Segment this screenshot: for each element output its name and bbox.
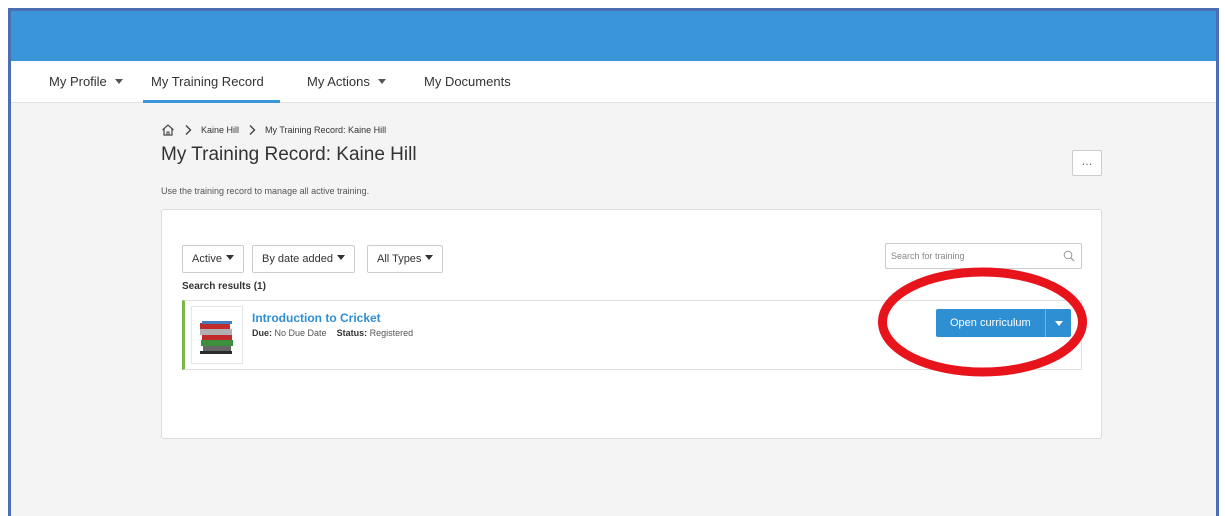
primary-nav: My Profile My Training Record My Actions… <box>11 61 1216 103</box>
status-filter-label: Active <box>192 253 222 265</box>
type-filter-dropdown[interactable]: All Types <box>367 245 444 273</box>
due-value: No Due Date <box>274 328 327 338</box>
status-value: Registered <box>369 328 414 338</box>
nav-my-documents[interactable]: My Documents <box>424 61 511 103</box>
open-curriculum-menu-toggle[interactable] <box>1044 309 1071 337</box>
course-meta: Due: No Due Date Status: Registered <box>252 328 413 338</box>
chevron-down-icon <box>377 79 386 85</box>
caret-down-icon <box>425 254 434 260</box>
search-icon[interactable] <box>1063 250 1075 262</box>
chevron-right-icon <box>249 125 256 135</box>
status-label: Status: <box>336 328 368 338</box>
breadcrumb-item-user[interactable]: Kaine Hill <box>201 125 239 135</box>
status-filter-dropdown[interactable]: Active <box>182 245 244 273</box>
sort-filter-label: By date added <box>262 253 333 265</box>
main-content: Kaine Hill My Training Record: Kaine Hil… <box>11 104 1216 516</box>
nav-my-actions[interactable]: My Actions <box>307 61 386 103</box>
nav-my-profile[interactable]: My Profile <box>49 61 123 103</box>
nav-my-documents-label: My Documents <box>424 74 511 89</box>
search-input[interactable] <box>886 244 1056 268</box>
due-label: Due: <box>252 328 272 338</box>
chevron-down-icon <box>114 79 123 85</box>
top-header-bar <box>11 11 1216 61</box>
course-title-link[interactable]: Introduction to Cricket <box>252 311 381 325</box>
breadcrumb-item-current: My Training Record: Kaine Hill <box>265 125 387 135</box>
open-curriculum-split-button: Open curriculum <box>936 309 1071 337</box>
home-icon[interactable] <box>161 123 175 137</box>
chevron-right-icon <box>185 125 192 135</box>
search-results-count: Search results (1) <box>182 281 266 292</box>
books-icon <box>200 321 233 354</box>
nav-my-training-record[interactable]: My Training Record <box>143 61 280 103</box>
training-card: Active By date added All Types Search re… <box>161 209 1102 439</box>
app-frame: My Profile My Training Record My Actions… <box>8 8 1219 516</box>
training-list-item: Introduction to Cricket Due: No Due Date… <box>182 300 1082 370</box>
caret-down-icon <box>225 254 234 260</box>
nav-my-actions-label: My Actions <box>307 74 370 89</box>
more-options-button[interactable]: … <box>1072 150 1102 176</box>
open-curriculum-button[interactable]: Open curriculum <box>936 309 1045 337</box>
page-subtitle: Use the training record to manage all ac… <box>161 186 370 196</box>
course-thumbnail <box>191 306 243 364</box>
page-title: My Training Record: Kaine Hill <box>161 144 417 165</box>
search-box <box>885 243 1082 269</box>
nav-my-profile-label: My Profile <box>49 74 107 89</box>
breadcrumb: Kaine Hill My Training Record: Kaine Hil… <box>161 122 386 138</box>
nav-my-training-record-label: My Training Record <box>151 74 264 89</box>
type-filter-label: All Types <box>377 253 422 265</box>
caret-down-icon <box>336 254 345 260</box>
sort-filter-dropdown[interactable]: By date added <box>252 245 355 273</box>
